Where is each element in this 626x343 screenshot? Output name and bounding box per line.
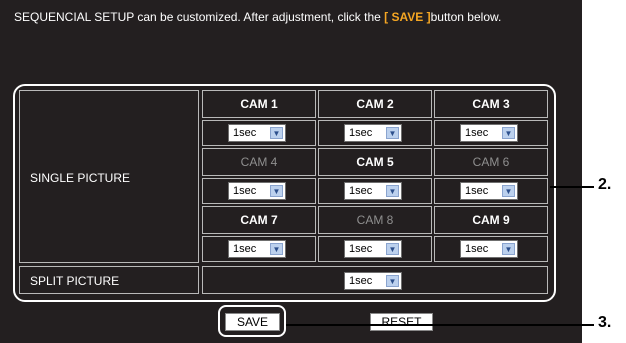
cam-interval-select[interactable]: 1sec ▼: [344, 182, 402, 200]
instruction-text-part: SEQUENCIAL SETUP can be customized. Afte…: [14, 10, 385, 24]
cam-interval-value: 1sec: [465, 185, 489, 197]
chevron-down-icon: ▼: [270, 127, 283, 139]
save-button[interactable]: SAVE: [225, 313, 280, 331]
cam-header: CAM 5: [318, 148, 432, 176]
cam-interval-value: 1sec: [465, 243, 489, 255]
cam-interval-select[interactable]: 1sec ▼: [460, 240, 518, 258]
split-interval-value: 1sec: [349, 275, 373, 287]
cam-interval-select[interactable]: 1sec ▼: [344, 124, 402, 142]
single-picture-label: SINGLE PICTURE: [30, 171, 131, 185]
cam-interval-value: 1sec: [233, 243, 257, 255]
cam-header: CAM 6: [434, 148, 548, 176]
cam-interval-select[interactable]: 1sec ▼: [228, 240, 286, 258]
split-picture-label-cell: SPLIT PICTURE: [19, 266, 199, 294]
cam-header: CAM 2: [318, 90, 432, 118]
reset-button[interactable]: RESET: [370, 313, 433, 331]
chevron-down-icon: ▼: [386, 127, 399, 139]
single-picture-label-cell: SINGLE PICTURE: [19, 90, 199, 263]
cam-interval-select[interactable]: 1sec ▼: [460, 182, 518, 200]
cam-interval-select[interactable]: 1sec ▼: [344, 240, 402, 258]
cam-header: CAM 1: [202, 90, 316, 118]
cam-interval-value: 1sec: [349, 243, 373, 255]
chevron-down-icon: ▼: [502, 127, 515, 139]
split-interval-select[interactable]: 1sec ▼: [344, 272, 402, 290]
cam-header: CAM 7: [202, 206, 316, 234]
cam-interval-value: 1sec: [233, 127, 257, 139]
cam-header: CAM 3: [434, 90, 548, 118]
split-picture-label: SPLIT PICTURE: [30, 274, 120, 288]
save-highlight: [ SAVE ]: [384, 10, 431, 24]
cam-interval-value: 1sec: [465, 127, 489, 139]
instruction-text: SEQUENCIAL SETUP can be customized. Afte…: [14, 10, 554, 25]
cam-interval-value: 1sec: [349, 127, 373, 139]
setup-panel: SEQUENCIAL SETUP can be customized. Afte…: [0, 0, 582, 343]
chevron-down-icon: ▼: [502, 243, 515, 255]
cam-header: CAM 4: [202, 148, 316, 176]
cam-interval-select[interactable]: 1sec ▼: [228, 124, 286, 142]
callout-3: 3.: [598, 314, 612, 331]
cam-interval-value: 1sec: [349, 185, 373, 197]
callout-line-save: [286, 324, 594, 326]
chevron-down-icon: ▼: [270, 185, 283, 197]
chevron-down-icon: ▼: [386, 275, 399, 287]
chevron-down-icon: ▼: [386, 243, 399, 255]
instruction-text-part: button below.: [430, 10, 502, 24]
cam-interval-select[interactable]: 1sec ▼: [460, 124, 518, 142]
callout-2: 2.: [598, 176, 612, 193]
callout-line-settings: [550, 186, 594, 188]
cam-header: CAM 8: [318, 206, 432, 234]
cam-interval-value: 1sec: [233, 185, 257, 197]
chevron-down-icon: ▼: [386, 185, 399, 197]
chevron-down-icon: ▼: [502, 185, 515, 197]
chevron-down-icon: ▼: [270, 243, 283, 255]
cam-header: CAM 9: [434, 206, 548, 234]
cam-interval-select[interactable]: 1sec ▼: [228, 182, 286, 200]
